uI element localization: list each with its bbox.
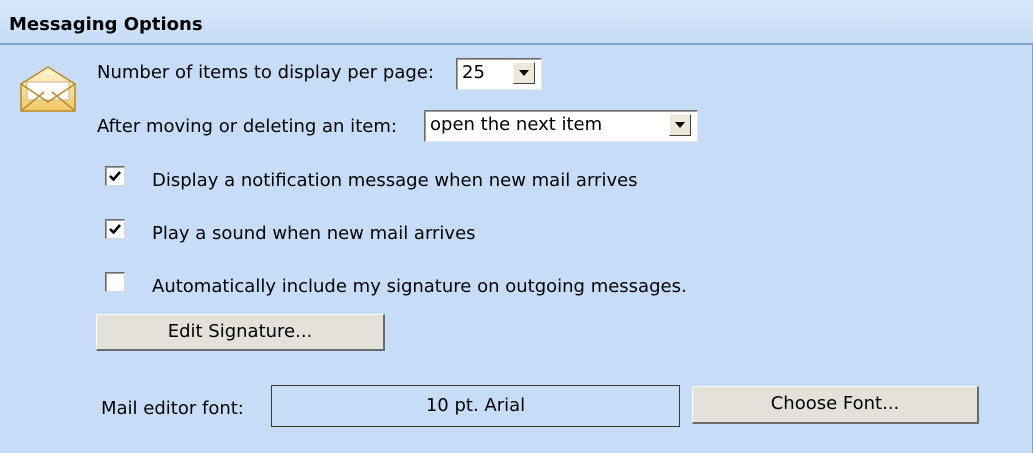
section-header: Messaging Options	[0, 0, 1033, 44]
chevron-down-icon[interactable]	[669, 114, 691, 136]
after-move-select[interactable]: open the next item	[424, 110, 698, 142]
messaging-options-panel: Messaging Options Number of items to dis…	[0, 0, 1033, 453]
header-divider	[0, 43, 1033, 45]
items-per-page-label: Number of items to display per page:	[97, 62, 434, 83]
mail-font-label: Mail editor font:	[101, 398, 244, 419]
mail-font-display: 10 pt. Arial	[271, 385, 680, 427]
signature-checkbox[interactable]	[105, 272, 125, 292]
notification-checkbox[interactable]	[105, 166, 125, 186]
signature-option-label: Automatically include my signature on ou…	[152, 276, 687, 297]
checkmark-icon	[109, 224, 121, 235]
play-sound-checkbox[interactable]	[105, 219, 125, 239]
envelope-icon	[18, 64, 78, 114]
section-title: Messaging Options	[9, 14, 203, 35]
after-move-value: open the next item	[430, 114, 603, 135]
after-move-label: After moving or deleting an item:	[97, 116, 397, 137]
edit-signature-button[interactable]: Edit Signature...	[96, 314, 385, 351]
items-per-page-select[interactable]: 25	[456, 58, 542, 90]
items-per-page-value: 25	[462, 62, 485, 83]
choose-font-button[interactable]: Choose Font...	[692, 386, 979, 424]
notification-option-label: Display a notification message when new …	[152, 170, 638, 191]
play-sound-option-label: Play a sound when new mail arrives	[152, 223, 476, 244]
checkmark-icon	[109, 171, 121, 182]
chevron-down-icon[interactable]	[513, 62, 535, 84]
